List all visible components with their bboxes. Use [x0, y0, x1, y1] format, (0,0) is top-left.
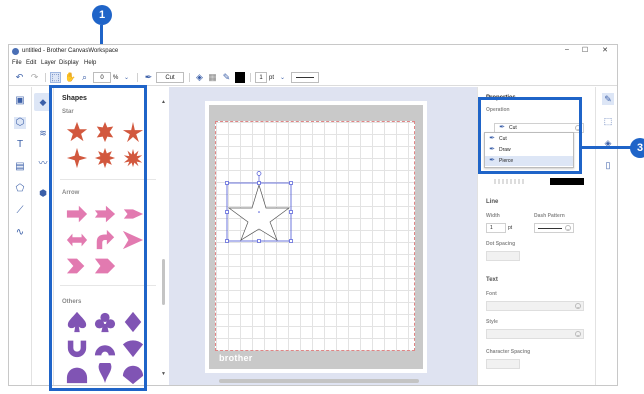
- callout-box-1: [49, 85, 147, 391]
- selected-star-shape[interactable]: [225, 171, 297, 243]
- font-select[interactable]: ⌄: [486, 301, 584, 311]
- toolbar-separator: [250, 73, 251, 82]
- font-label: Font: [486, 291, 497, 297]
- shapes-scroll-thumb[interactable]: [162, 259, 165, 305]
- transform-icon[interactable]: ⬚: [602, 115, 614, 127]
- width-value: 1: [490, 225, 493, 231]
- line-width-value: 1: [259, 74, 263, 81]
- canvas-horizontal-scrollbar[interactable]: [219, 379, 419, 383]
- line-width-input[interactable]: 1: [255, 72, 267, 83]
- callout-leader-3: [582, 146, 634, 149]
- redo-icon[interactable]: ↷: [29, 72, 40, 83]
- dash-line-preview: [538, 227, 562, 229]
- dot-spacing-label: Dot Spacing: [486, 241, 516, 247]
- offset-icon[interactable]: ⬠: [14, 183, 26, 195]
- width-unit: pt: [508, 225, 513, 231]
- close-button[interactable]: ✕: [599, 46, 611, 54]
- right-tool-rail: ✎ ⬚ ◈ ▯: [595, 87, 617, 385]
- toolbar-separator: [137, 73, 138, 82]
- maximize-button[interactable]: ☐: [579, 46, 591, 54]
- pen-icon: ✒: [144, 72, 153, 82]
- border-icon[interactable]: 〰: [36, 157, 50, 169]
- dash-pattern-select[interactable]: ⌄: [534, 223, 574, 233]
- chevron-down-icon: ⌄: [565, 225, 571, 231]
- character-spacing-label: Character Spacing: [486, 349, 531, 355]
- chevron-down-icon: ⌄: [575, 303, 581, 309]
- zoom-dropdown-icon[interactable]: ⌄: [121, 72, 132, 83]
- basic-shapes-icon[interactable]: ◆: [36, 96, 50, 108]
- dot-spacing-input[interactable]: [486, 251, 520, 261]
- undo-icon[interactable]: ↶: [14, 72, 25, 83]
- operation-select[interactable]: Cut: [156, 72, 184, 83]
- canvas-area[interactable]: brother: [169, 87, 477, 385]
- polygon-icon[interactable]: ⬢: [36, 187, 50, 199]
- freehand-icon[interactable]: ∿: [14, 227, 26, 239]
- page-icon[interactable]: ▯: [602, 159, 614, 171]
- width-input[interactable]: 1: [486, 223, 506, 233]
- shapes-icon[interactable]: ⬡: [14, 117, 26, 129]
- scroll-down-icon[interactable]: ▼: [161, 371, 166, 377]
- menu-file[interactable]: File: [12, 60, 22, 66]
- menu-help[interactable]: Help: [84, 60, 96, 66]
- menu-bar: File Edit Layer Display Help: [9, 58, 617, 69]
- zoom-tool-icon[interactable]: ⌕: [79, 72, 90, 83]
- shapes-scrollbar[interactable]: ▲ ▼: [161, 99, 166, 379]
- title-bar: untitled - Brother CanvasWorkspace – ☐ ✕: [9, 45, 617, 58]
- line-section-title: Line: [486, 199, 499, 205]
- line-width-stepper[interactable]: ⌄: [277, 72, 288, 83]
- image-trace-icon[interactable]: ▣: [14, 95, 26, 107]
- operation-value: Cut: [165, 74, 175, 81]
- properties-icon[interactable]: ✎: [602, 93, 614, 105]
- zoom-value: 0: [100, 74, 104, 81]
- mat-brand-label: brother: [219, 353, 253, 363]
- style-select[interactable]: ⌄: [486, 329, 584, 339]
- pan-tool-icon[interactable]: ✋: [65, 72, 76, 83]
- character-spacing-input[interactable]: [486, 359, 520, 369]
- pattern-icon[interactable]: ▤: [14, 161, 26, 173]
- toolbar: ↶ ↷ ⬚ ✋ ⌕ 0 % ⌄ ✒ Cut ◈ ▦ ✎ 1 pt ⌄: [9, 69, 617, 86]
- zoom-unit: %: [113, 74, 119, 81]
- menu-edit[interactable]: Edit: [26, 60, 36, 66]
- dash-pattern-label: Dash Pattern: [534, 213, 565, 219]
- page: 1 untitled - Brother CanvasWorkspace – ☐…: [0, 0, 644, 394]
- text-icon[interactable]: T: [14, 139, 26, 151]
- callout-box-3: [478, 97, 582, 174]
- transparent-fill-icon[interactable]: ▦: [207, 72, 218, 83]
- toolbar-separator: [189, 73, 190, 82]
- app-icon: [12, 48, 19, 55]
- window-title: untitled - Brother CanvasWorkspace: [22, 48, 119, 54]
- zoom-input[interactable]: 0: [93, 72, 111, 83]
- width-label: Width: [486, 213, 500, 219]
- line-icon[interactable]: ⟋: [14, 205, 26, 217]
- chevron-down-icon: ⌄: [575, 331, 581, 337]
- dash-pattern-select[interactable]: [291, 72, 319, 83]
- dash-pattern-line: [296, 77, 314, 78]
- menu-layer[interactable]: Layer: [41, 60, 56, 66]
- fill-color-swatch[interactable]: [550, 178, 584, 185]
- callout-badge-3: 3: [630, 138, 644, 158]
- color-swatch[interactable]: [235, 72, 245, 83]
- line-width-unit: pt: [269, 74, 275, 81]
- wave-icon[interactable]: ≋: [36, 127, 50, 139]
- menu-display[interactable]: Display: [59, 60, 79, 66]
- line-color-preview: [494, 179, 524, 184]
- toolbar-separator: [45, 73, 46, 82]
- line-color-icon[interactable]: ✎: [221, 72, 232, 83]
- select-tool-icon[interactable]: ⬚: [50, 72, 61, 83]
- left-tool-rail: ▣ ⬡ T ▤ ⬠ ⟋ ∿: [9, 87, 32, 385]
- style-label: Style: [486, 319, 498, 325]
- fill-icon[interactable]: ◈: [194, 72, 205, 83]
- scroll-up-icon[interactable]: ▲: [161, 99, 166, 105]
- minimize-button[interactable]: –: [561, 46, 573, 53]
- text-section-title: Text: [486, 277, 498, 283]
- callout-badge-1: 1: [92, 5, 112, 25]
